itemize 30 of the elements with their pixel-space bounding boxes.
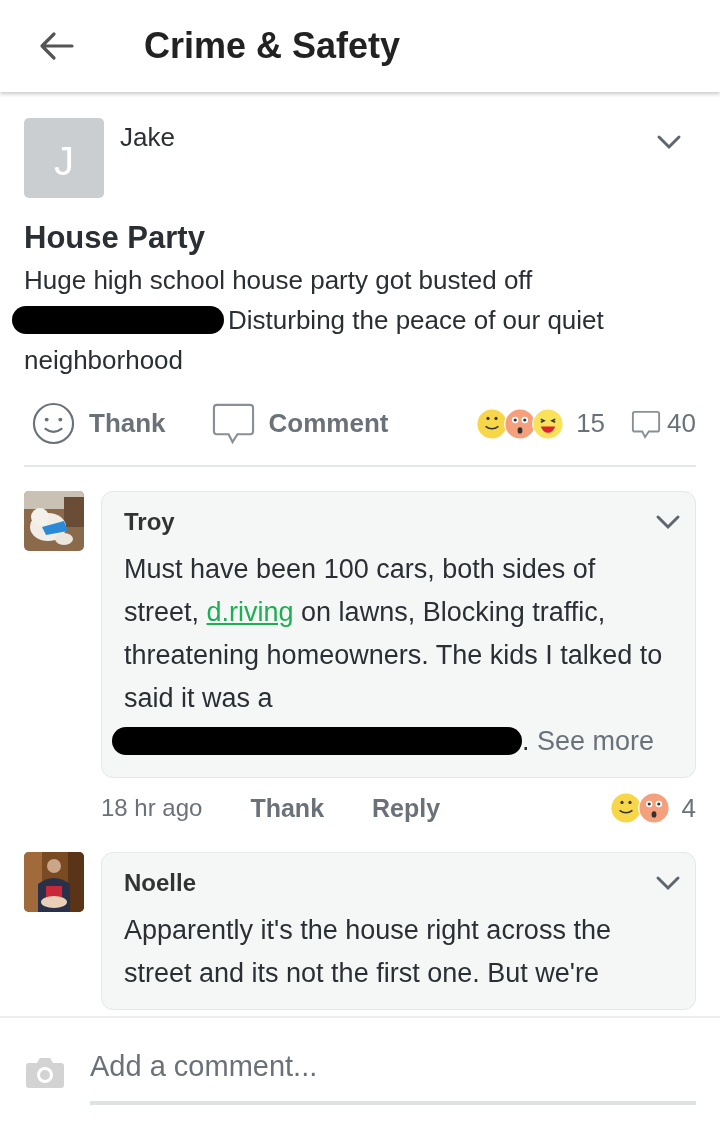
comment-button[interactable]: Comment [211,402,389,445]
chevron-down-icon[interactable] [656,134,682,150]
chevron-down-icon[interactable] [655,875,681,891]
author-name[interactable]: Noelle [124,869,655,897]
speech-bubble-icon [631,408,662,439]
smiley-face-icon [476,407,509,440]
comment-text: Must have been 100 cars, both sides of street, d.riving on lawns, Blocking traffic, threatening homeowners. The kids I talked to said it was a . See more [124,548,671,763]
surprised-face-icon [504,407,537,440]
author-name[interactable]: Jake [120,122,656,153]
reaction-count: 15 [576,408,606,439]
surprised-face-icon [637,792,670,824]
post-title: House Party [24,220,206,256]
comment-count: 40 [667,408,696,439]
smiley-icon [32,402,75,445]
comment-action-button[interactable]: Thank [250,793,325,823]
link[interactable]: d.riving [206,597,294,627]
laughing-face-icon [532,407,565,440]
comment-text: Apparently it's the house right across the street and its not the first one. But we're [124,914,612,990]
smiley-face-icon [609,792,642,824]
speech-bubble-icon [211,402,255,445]
thank-button[interactable]: Thank [32,402,166,445]
page-title: Crime & Safety [144,25,401,67]
back-arrow-icon[interactable] [38,31,74,61]
comment-action-button[interactable]: Reply [372,793,441,823]
reaction-count: 4 [681,792,696,824]
author-name[interactable]: Troy [124,508,655,536]
timestamp: 18 hr ago [101,794,203,822]
chevron-down-icon[interactable] [655,514,681,530]
see-more-link[interactable]: See more [537,726,655,756]
post-text: Huge high school house party got busted off Disturbing the peace of our quiet neighborhood [24,260,696,380]
